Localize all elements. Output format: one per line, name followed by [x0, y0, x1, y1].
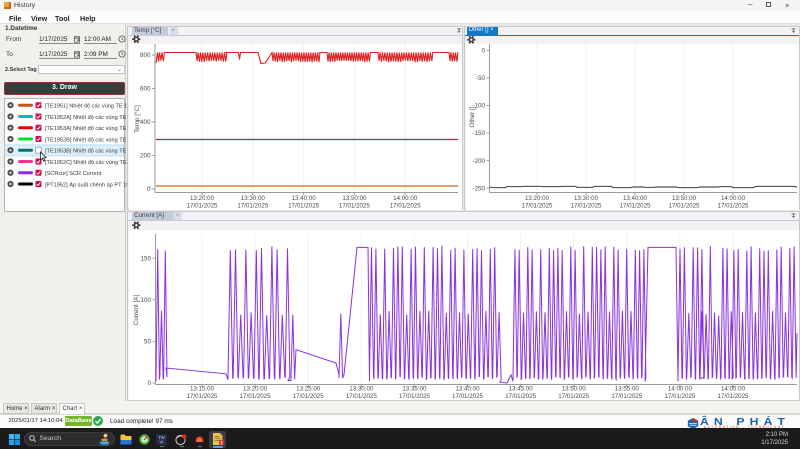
svg-text:200: 200	[140, 153, 151, 160]
svg-text:0: 0	[147, 380, 151, 387]
svg-text:-250: -250	[472, 185, 485, 192]
svg-text:-150: -150	[472, 130, 485, 137]
svg-text:13:40:00: 13:40:00	[455, 385, 480, 392]
svg-text:13:35:00: 13:35:00	[402, 385, 427, 392]
svg-text:13:15:00: 13:15:00	[190, 385, 215, 392]
svg-text:17/01/2025: 17/01/2025	[718, 393, 750, 400]
svg-text:14:05:00: 14:05:00	[721, 385, 746, 392]
svg-text:Temp [°C]: Temp [°C]	[133, 105, 141, 133]
svg-text:13:40:00: 13:40:00	[292, 195, 317, 202]
svg-text:100: 100	[140, 297, 151, 304]
svg-text:150: 150	[140, 255, 151, 262]
svg-text:17/01/2025: 17/01/2025	[339, 203, 371, 210]
svg-text:-200: -200	[472, 158, 485, 165]
svg-text:17/01/2025: 17/01/2025	[611, 393, 643, 400]
svg-text:13:30:00: 13:30:00	[241, 195, 266, 202]
svg-text:13:30:00: 13:30:00	[574, 195, 599, 202]
svg-text:13:25:00: 13:25:00	[296, 385, 321, 392]
svg-text:17/01/2025: 17/01/2025	[522, 203, 554, 210]
svg-text:VI: VI	[160, 439, 164, 444]
svg-text:17/01/2025: 17/01/2025	[571, 203, 603, 210]
svg-text:17/01/2025: 17/01/2025	[237, 203, 269, 210]
svg-text:17/01/2025: 17/01/2025	[452, 393, 484, 400]
svg-text:14:00:00: 14:00:00	[721, 195, 746, 202]
svg-text:17/01/2025: 17/01/2025	[288, 203, 320, 210]
svg-text:14:00:00: 14:00:00	[393, 195, 418, 202]
svg-text:800: 800	[140, 52, 151, 59]
svg-text:17/01/2025: 17/01/2025	[187, 203, 219, 210]
svg-text:17/01/2025: 17/01/2025	[620, 203, 652, 210]
svg-text:17/01/2025: 17/01/2025	[346, 393, 378, 400]
svg-text:17/01/2025: 17/01/2025	[390, 203, 422, 210]
svg-text:14:00:00: 14:00:00	[668, 385, 693, 392]
svg-text:17/01/2025: 17/01/2025	[187, 393, 219, 400]
svg-text:13:55:00: 13:55:00	[615, 385, 640, 392]
svg-text:600: 600	[140, 86, 151, 93]
svg-text:13:20:00: 13:20:00	[525, 195, 550, 202]
svg-text:13:20:00: 13:20:00	[243, 385, 268, 392]
svg-text:17/01/2025: 17/01/2025	[558, 393, 590, 400]
svg-text:400: 400	[140, 119, 151, 126]
svg-text:13:50:00: 13:50:00	[342, 195, 367, 202]
svg-text:17/01/2025: 17/01/2025	[718, 203, 750, 210]
svg-text:0: 0	[147, 186, 151, 193]
svg-text:17/01/2025: 17/01/2025	[505, 393, 537, 400]
svg-text:Other []: Other []	[469, 106, 476, 127]
svg-text:17/01/2025: 17/01/2025	[669, 203, 701, 210]
svg-text:13:50:00: 13:50:00	[672, 195, 697, 202]
svg-text:50: 50	[144, 339, 152, 346]
svg-text:17/01/2025: 17/01/2025	[240, 393, 272, 400]
svg-text:17/01/2025: 17/01/2025	[664, 393, 696, 400]
svg-text:13:40:00: 13:40:00	[623, 195, 648, 202]
svg-text:0: 0	[481, 48, 485, 55]
svg-text:17/01/2025: 17/01/2025	[293, 393, 325, 400]
svg-text:Current [A]: Current [A]	[133, 295, 140, 326]
svg-text:17/01/2025: 17/01/2025	[399, 393, 431, 400]
svg-text:13:50:00: 13:50:00	[562, 385, 587, 392]
svg-text:13:30:00: 13:30:00	[349, 385, 374, 392]
svg-text:13:20:00: 13:20:00	[190, 195, 215, 202]
svg-text:-50: -50	[476, 75, 486, 82]
svg-text:13:45:00: 13:45:00	[509, 385, 534, 392]
